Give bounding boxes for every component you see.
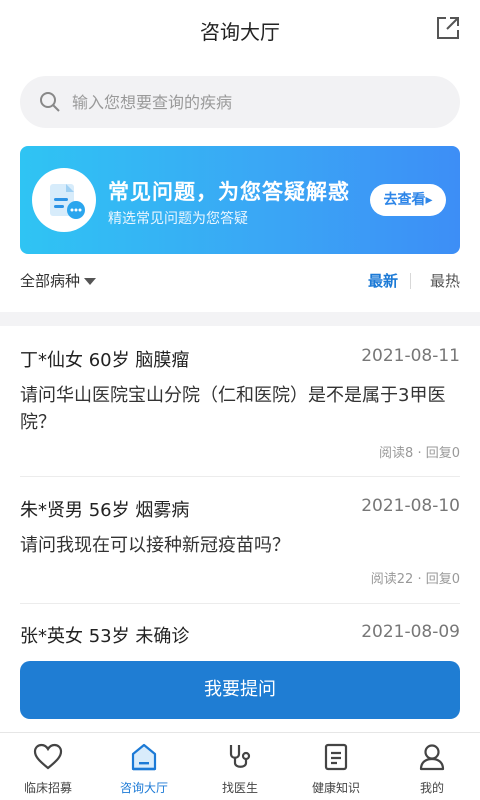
document-chat-icon <box>32 168 96 232</box>
document-icon <box>324 743 348 771</box>
banner-subtitle: 精选常见问题为您答疑 <box>108 211 248 227</box>
question-stats: 阅读8 · 回复0 <box>379 446 460 461</box>
heart-icon <box>33 743 63 770</box>
question-date: 2021-08-11 <box>361 346 460 366</box>
stethoscope-icon <box>229 745 251 768</box>
search-input[interactable] <box>72 76 442 128</box>
search-icon <box>40 92 60 112</box>
divider <box>410 273 411 289</box>
faq-banner[interactable]: 常见问题，为您答疑解惑 精选常见问题为您答疑 去查看▸ <box>20 146 460 254</box>
asker-info: 张*英女 53岁 未确诊 <box>20 626 190 647</box>
question-text: 请问华山医院宝山分院（仁和医院）是不是属于3甲医院？ <box>20 385 446 433</box>
view-faq-button[interactable]: 去查看▸ <box>370 184 446 216</box>
asker-info: 丁*仙女 60岁 脑膜瘤 <box>20 350 190 371</box>
category-label: 全部病种 <box>20 272 81 290</box>
list-item[interactable]: 张*英女 53岁 未确诊 2021-08-09 <box>20 622 460 660</box>
tab-consult-hall[interactable]: 咨询大厅 <box>96 733 192 800</box>
list-item[interactable]: 朱*贤男 56岁 烟雾病 2021-08-10 请问我现在可以接种新冠疫苗吗？ … <box>20 496 460 604</box>
page-title: 咨询大厅 <box>200 20 280 44</box>
consult-hall-icon <box>131 743 157 771</box>
bottom-tab-bar: 临床招募 咨询大厅 找医生 健康知识 我的 <box>0 732 480 800</box>
question-stats: 阅读22 · 回复0 <box>370 572 460 587</box>
tab-label: 我的 <box>419 781 444 795</box>
sort-newest-tab[interactable]: 最新 <box>368 270 398 291</box>
tab-find-doctor[interactable]: 找医生 <box>192 733 288 800</box>
banner-title: 常见问题，为您答疑解惑 <box>108 180 350 204</box>
tab-me[interactable]: 我的 <box>384 733 480 800</box>
section-divider <box>0 312 480 326</box>
tab-health-knowledge[interactable]: 健康知识 <box>288 733 384 800</box>
filter-bar: 全部病种 最新 最热 <box>20 270 460 294</box>
sort-hottest-tab[interactable]: 最热 <box>430 270 460 291</box>
asker-info: 朱*贤男 56岁 烟雾病 <box>20 500 190 521</box>
ask-question-button[interactable]: 我要提问 <box>20 661 460 719</box>
search-bar[interactable] <box>20 76 460 128</box>
question-date: 2021-08-09 <box>361 622 460 642</box>
tab-clinical-recruitment[interactable]: 临床招募 <box>0 733 96 800</box>
question-list: 丁*仙女 60岁 脑膜瘤 2021-08-11 请问华山医院宝山分院（仁和医院）… <box>0 326 480 660</box>
question-date: 2021-08-10 <box>361 496 460 516</box>
caret-down-icon <box>84 278 97 285</box>
tab-label: 找医生 <box>221 781 258 795</box>
category-dropdown[interactable]: 全部病种 <box>20 270 97 291</box>
share-icon[interactable] <box>434 14 462 42</box>
tab-label: 健康知识 <box>311 781 360 795</box>
header: 咨询大厅 <box>0 0 480 60</box>
user-icon <box>419 744 445 771</box>
question-text: 请问我现在可以接种新冠疫苗吗？ <box>20 535 290 556</box>
list-item[interactable]: 丁*仙女 60岁 脑膜瘤 2021-08-11 请问华山医院宝山分院（仁和医院）… <box>20 346 460 477</box>
tab-label: 咨询大厅 <box>119 781 168 795</box>
tab-label: 临床招募 <box>23 781 72 795</box>
